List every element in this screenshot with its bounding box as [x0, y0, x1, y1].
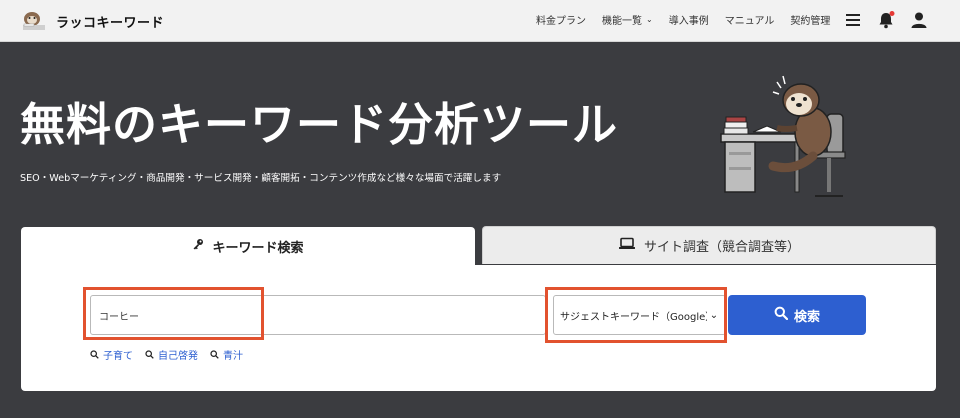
nav-features-label: 機能一覧 [602, 16, 642, 27]
suggestion-link[interactable]: 自己啓発 [145, 347, 198, 362]
key-icon [192, 238, 204, 254]
nav-manual-label: マニュアル [724, 16, 775, 27]
search-mode-selected: サジェストキーワード（Google） [560, 311, 707, 323]
laptop-icon [618, 237, 636, 254]
user-icon[interactable] [909, 10, 929, 30]
suggestion-link[interactable]: 子育て [90, 347, 133, 362]
search-icon [90, 350, 99, 359]
nav-case-studies[interactable]: 導入事例 [669, 12, 709, 27]
top-header: ラッコキーワード 料金プラン 機能一覧 ⌄ 導入事例 マニュアル 契約管理 [0, 0, 960, 42]
tab-keyword-search[interactable]: キーワード検索 [21, 227, 475, 265]
bell-icon[interactable] [876, 10, 896, 30]
nav-pricing[interactable]: 料金プラン [536, 12, 586, 27]
hamburger-menu-icon[interactable] [843, 10, 863, 30]
suggestion-label: 子育て [103, 351, 133, 362]
otter-mascot-illustration [715, 72, 855, 212]
suggestion-link[interactable]: 青汁 [210, 347, 243, 362]
search-icon [145, 350, 154, 359]
suggestion-label: 青汁 [223, 351, 243, 362]
chevron-down-icon: ⌄ [646, 15, 653, 24]
search-icon [210, 350, 219, 359]
logo[interactable]: ラッコキーワード [20, 8, 164, 34]
notification-dot [889, 11, 895, 16]
nav-contract[interactable]: 契約管理 [790, 12, 830, 27]
search-icon [774, 306, 789, 324]
nav-features[interactable]: 機能一覧 ⌄ [602, 12, 653, 27]
search-mode-select[interactable]: サジェストキーワード（Google） ⌄ [553, 295, 726, 335]
search-button-label: 検索 [793, 309, 820, 325]
suggestion-links: 子育て 自己啓発 青汁 [90, 347, 243, 362]
hero-subtitle: SEO・Webマーケティング・商品開発・サービス開発・顧客開拓・コンテンツ作成な… [20, 173, 502, 184]
tab-site-research[interactable]: サイト調査（競合調査等） [482, 226, 936, 264]
chevron-down-icon: ⌄ [709, 309, 719, 321]
search-button[interactable]: 検索 [728, 295, 866, 335]
nav-case-studies-label: 導入事例 [668, 16, 709, 27]
hero-title: 無料のキーワード分析ツール [20, 98, 619, 151]
main-nav: 料金プラン 機能一覧 ⌄ 導入事例 マニュアル 契約管理 [536, 12, 830, 27]
logo-text: ラッコキーワード [56, 15, 165, 31]
nav-contract-label: 契約管理 [790, 16, 831, 27]
keyword-search-input[interactable] [90, 295, 546, 335]
tab-site-research-label: サイト調査（競合調査等） [643, 240, 800, 255]
nav-manual[interactable]: マニュアル [725, 12, 775, 27]
suggestion-label: 自己啓発 [158, 351, 198, 362]
tab-keyword-search-label: キーワード検索 [212, 240, 304, 256]
nav-pricing-label: 料金プラン [536, 16, 586, 27]
otter-logo-icon [20, 10, 50, 32]
